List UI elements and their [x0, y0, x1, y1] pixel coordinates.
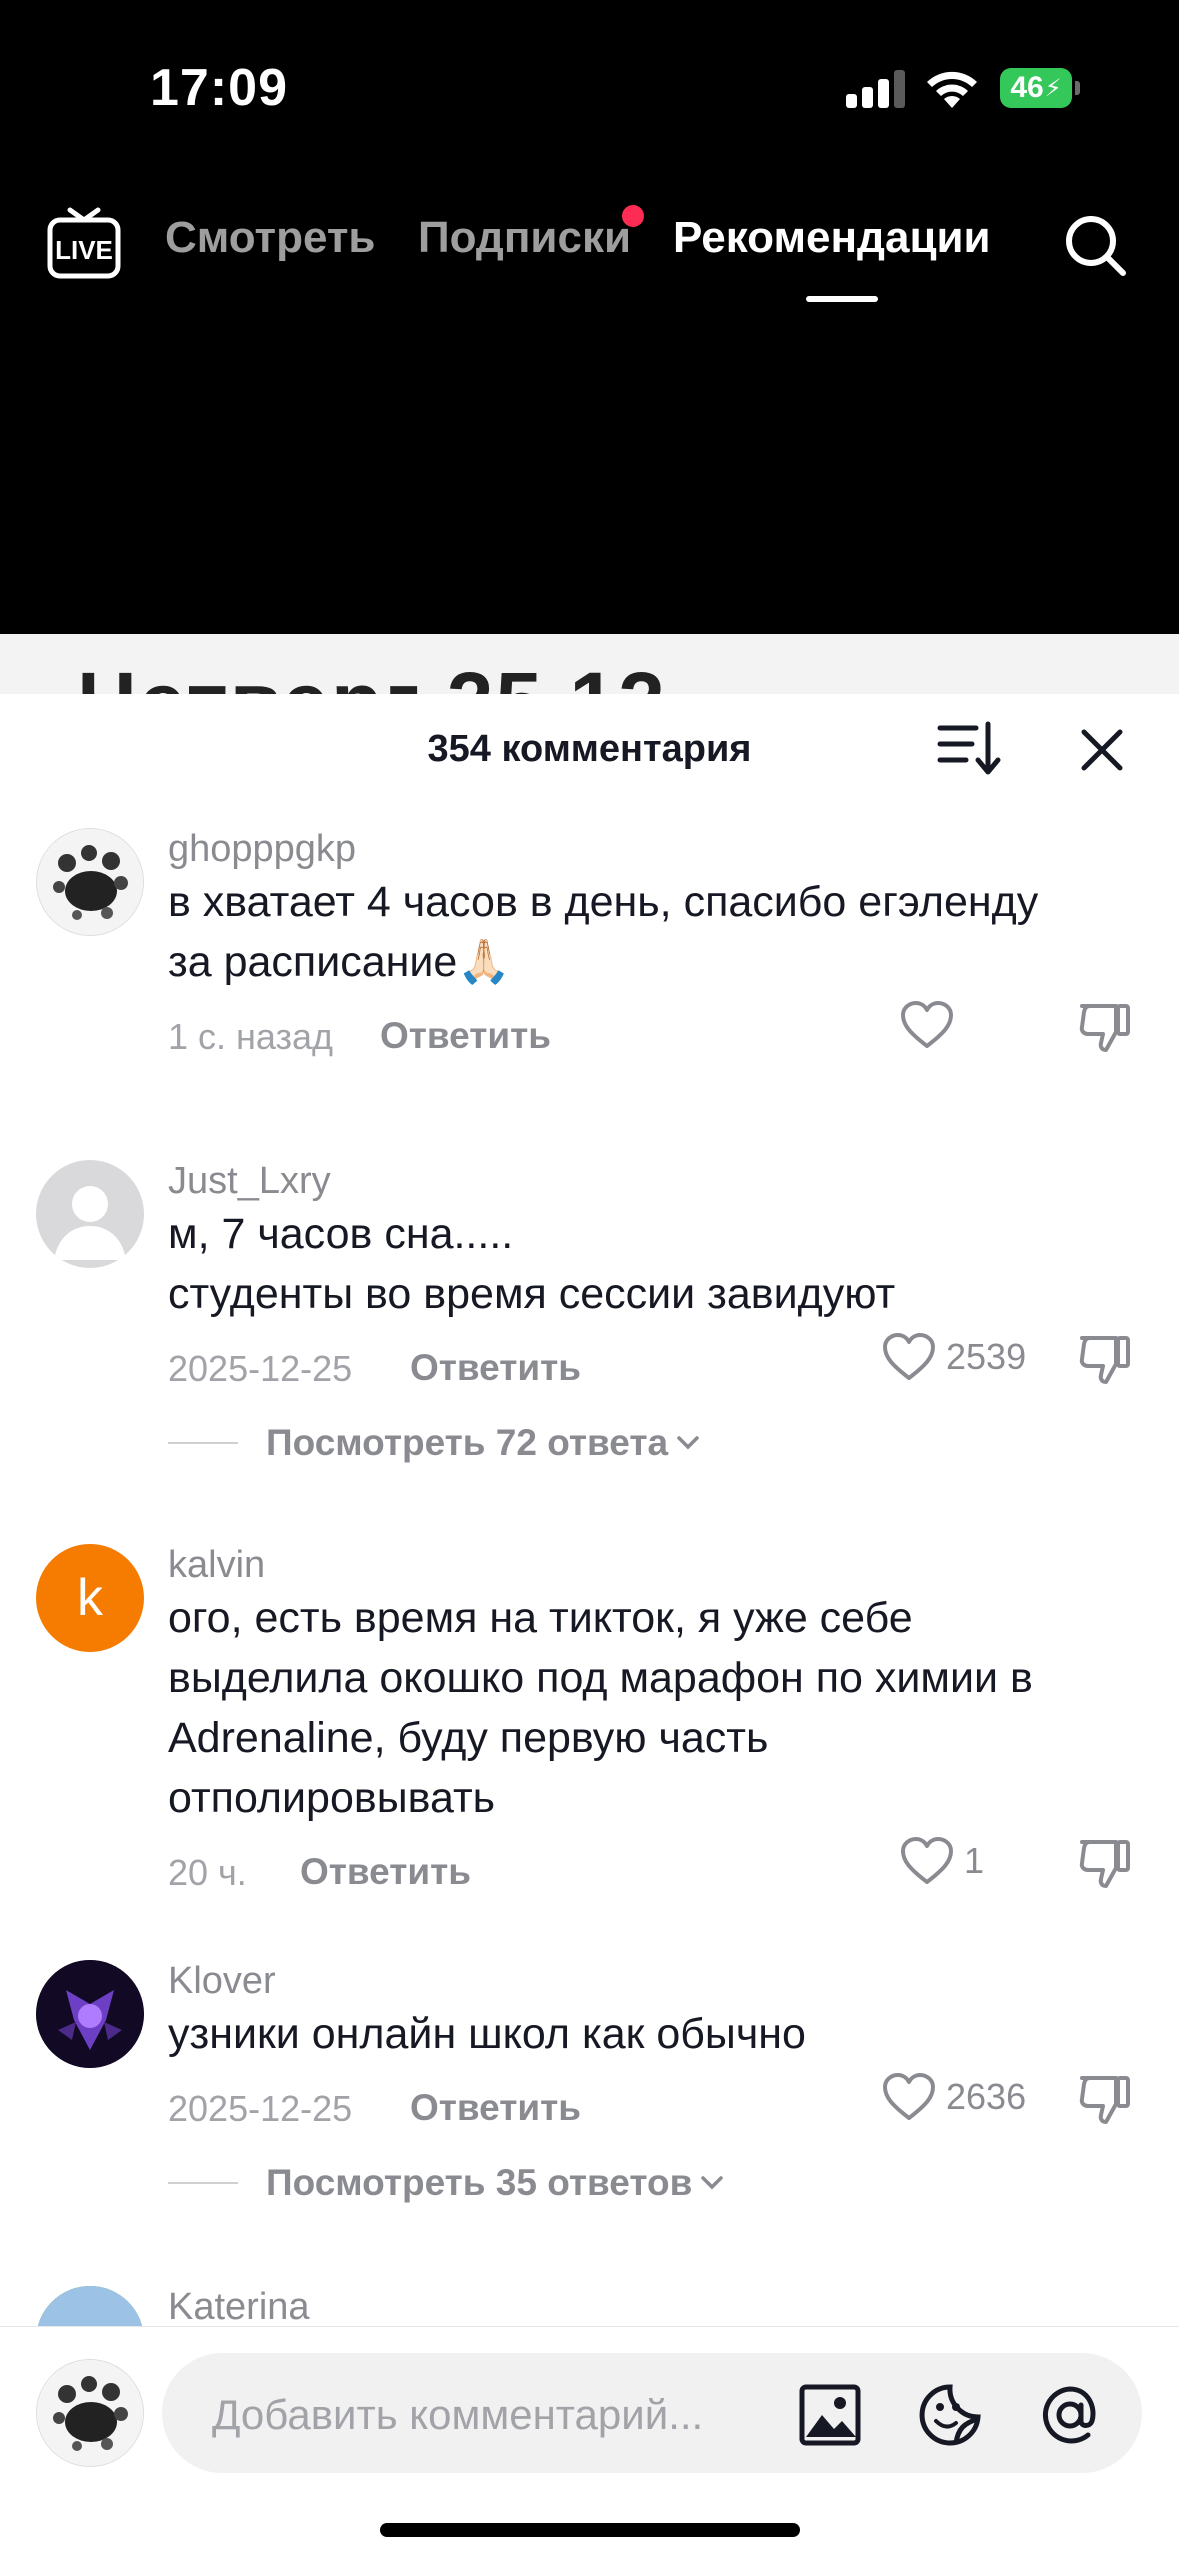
cellular-signal-icon	[846, 70, 906, 108]
battery-icon: 46 ⚡	[1000, 68, 1080, 108]
reply-button[interactable]: Ответить	[410, 1347, 581, 1389]
divider	[168, 1442, 238, 1444]
view-replies-button[interactable]: Посмотреть 35 ответов	[168, 2162, 726, 2204]
avatar[interactable]: k	[36, 1544, 144, 1652]
comment-item: Just_Lxry м, 7 часов сна..... студенты в…	[0, 1160, 1179, 1490]
comment-text-line: м, 7 часов сна.....	[168, 1210, 514, 1258]
video-area[interactable]: 17:09 46 ⚡ LIVE Смотреть Подписки Рекомен…	[0, 0, 1179, 634]
chevron-down-icon	[701, 2176, 724, 2190]
svg-text:LIVE: LIVE	[55, 235, 113, 265]
like-count: 2539	[946, 1336, 1027, 1377]
like-button[interactable]: 2636	[882, 2072, 1026, 2122]
live-icon[interactable]: LIVE	[46, 206, 122, 282]
comment-item: ghopppgkp в хватает 4 часов в день, спас…	[0, 828, 1179, 1148]
tab-subscriptions[interactable]: Подписки	[418, 213, 631, 263]
mention-icon[interactable]	[1038, 2383, 1102, 2447]
search-icon[interactable]	[1060, 210, 1130, 280]
comment-text-line: за расписание🙏🏻	[168, 938, 511, 986]
like-button[interactable]: 2539	[882, 1332, 1026, 1382]
like-count: 2636	[946, 2076, 1027, 2117]
status-time: 17:09	[150, 59, 288, 117]
image-icon[interactable]	[798, 2383, 862, 2447]
avatar[interactable]	[36, 2359, 144, 2467]
comments-count-title: 354 комментария	[427, 728, 752, 770]
chevron-down-icon	[677, 1436, 699, 1450]
heart-icon	[883, 2073, 935, 2120]
comment-text-line: ого, есть время на тикток, я уже себе	[168, 1594, 913, 1642]
comment-timestamp: 20 ч.	[168, 1852, 247, 1893]
heart-icon	[901, 1001, 953, 1048]
comment-text-line: выделила окошко под марафон по химии в	[168, 1654, 1033, 1702]
comment-timestamp: 2025-12-25	[168, 2088, 353, 2129]
comment-username[interactable]: Just_Lxry	[168, 1160, 331, 1203]
comment-input-bar: Добавить комментарий...	[0, 2326, 1179, 2556]
like-button[interactable]: 1	[900, 1836, 984, 1886]
comment-text-line: Adrenaline, буду первую часть	[168, 1714, 769, 1762]
video-caption-text: Четверг 25.12	[78, 654, 667, 694]
tab-recommendations[interactable]: Рекомендации	[673, 213, 991, 263]
avatar[interactable]	[36, 1160, 144, 1268]
avatar[interactable]	[36, 828, 144, 936]
view-replies-label: Посмотреть 72 ответа	[266, 1422, 669, 1463]
comment-text: ого, есть время на тикток, я уже себе вы…	[168, 1588, 1118, 1828]
comment-username[interactable]: ghopppgkp	[168, 828, 356, 871]
active-tab-indicator	[806, 296, 878, 302]
comment-text-line: узники онлайн школ как обычно	[168, 2010, 806, 2058]
wifi-icon	[927, 71, 977, 108]
avatar[interactable]	[36, 1960, 144, 2068]
view-replies-label: Посмотреть 35 ответов	[266, 2162, 693, 2203]
emoji-sticker-icon[interactable]	[918, 2383, 982, 2447]
comment-text-line: студенты во время сессии завидуют	[168, 1270, 896, 1318]
comment-item: k kalvin ого, есть время на тикток, я уж…	[0, 1544, 1179, 1944]
dislike-icon[interactable]	[1076, 1332, 1132, 1388]
reply-button[interactable]: Ответить	[300, 1851, 471, 1893]
close-icon[interactable]	[1072, 720, 1132, 780]
comment-input[interactable]: Добавить комментарий...	[162, 2353, 1142, 2473]
divider	[168, 2182, 238, 2184]
heart-icon	[901, 1837, 953, 1884]
comment-text: м, 7 часов сна..... студенты во время се…	[168, 1204, 1118, 1324]
sort-icon[interactable]	[936, 718, 1002, 780]
dislike-icon[interactable]	[1076, 1000, 1132, 1056]
comment-item: Klover узники онлайн школ как обычно 202…	[0, 1960, 1179, 2290]
comment-timestamp: 2025-12-25	[168, 1348, 353, 1389]
comment-username[interactable]: Katerina	[168, 2286, 310, 2329]
battery-level: 46	[1010, 71, 1044, 104]
dislike-icon[interactable]	[1076, 2072, 1132, 2128]
like-count: 1	[964, 1840, 985, 1881]
dislike-icon[interactable]	[1076, 1836, 1132, 1892]
comment-input-placeholder: Добавить комментарий...	[212, 2391, 704, 2438]
comments-header: 354 комментария	[0, 694, 1179, 810]
comment-text: узники онлайн школ как обычно	[168, 2004, 1118, 2064]
notification-dot	[622, 205, 644, 227]
reply-button[interactable]: Ответить	[380, 1015, 551, 1057]
comment-username[interactable]: kalvin	[168, 1544, 265, 1587]
heart-icon	[883, 1333, 935, 1380]
tab-watch[interactable]: Смотреть	[165, 213, 375, 263]
like-button[interactable]	[900, 1000, 954, 1050]
comments-sheet: 354 комментария ghopppgkp в хватает 4 ча…	[0, 694, 1179, 2556]
comment-username[interactable]: Klover	[168, 1960, 276, 2003]
reply-button[interactable]: Ответить	[410, 2087, 581, 2129]
view-replies-button[interactable]: Посмотреть 72 ответа	[168, 1422, 702, 1464]
home-indicator[interactable]	[380, 2523, 800, 2537]
comment-text-line: в хватает 4 часов в день, спасибо егэлен…	[168, 878, 1039, 926]
comment-timestamp: 1 с. назад	[168, 1016, 334, 1057]
video-caption-peek: Четверг 25.12	[0, 634, 1179, 694]
comment-text-line: отполировывать	[168, 1774, 496, 1822]
comment-text: в хватает 4 часов в день, спасибо егэлен…	[168, 872, 1118, 992]
avatar-letter: k	[77, 1569, 103, 1627]
